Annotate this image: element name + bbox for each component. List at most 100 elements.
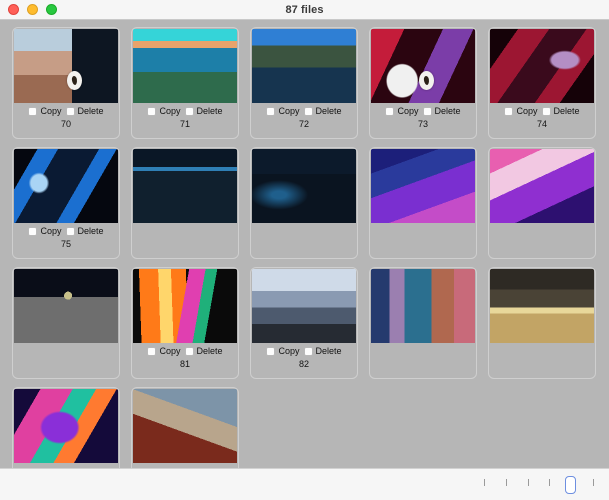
thumbnail-image-wrap[interactable] [371, 269, 475, 343]
thumbnail-image-wrap[interactable] [252, 269, 356, 343]
title-bar: 87 files [0, 0, 609, 20]
delete-checkbox-label: Delete [315, 346, 342, 356]
delete-checkbox[interactable] [422, 107, 432, 116]
delete-checkbox-group[interactable]: Delete [303, 346, 342, 357]
thumbnail-image[interactable] [252, 269, 356, 343]
thumbnail-image-wrap[interactable] [490, 29, 594, 103]
copy-checkbox-group[interactable]: Copy [147, 106, 181, 117]
thumbnail-image-wrap[interactable] [490, 269, 594, 343]
thumbnail-image[interactable] [371, 29, 475, 103]
copy-checkbox-group[interactable]: Copy [504, 106, 538, 117]
thumbnail-image[interactable] [490, 269, 594, 343]
slider-thumb[interactable] [565, 475, 577, 494]
maximize-button[interactable] [46, 4, 57, 15]
thumbnail-size-slider[interactable] [483, 475, 595, 494]
thumbnail-image[interactable] [133, 269, 237, 343]
thumbnail-card[interactable] [131, 147, 239, 259]
delete-checkbox[interactable] [184, 107, 194, 116]
slider-tick [484, 478, 485, 486]
thumbnail-image-wrap[interactable] [133, 149, 237, 223]
copy-checkbox-group[interactable]: Copy [266, 106, 300, 117]
thumbnail-image[interactable] [14, 389, 118, 463]
thumbnail-image[interactable] [490, 149, 594, 223]
thumbnail-image[interactable] [252, 149, 356, 223]
delete-checkbox[interactable] [65, 107, 75, 116]
thumbnail-image-wrap[interactable] [371, 29, 475, 103]
thumbnail-image[interactable] [252, 29, 356, 103]
thumbnail-card[interactable] [12, 387, 120, 468]
copy-checkbox[interactable] [147, 347, 157, 356]
delete-checkbox-group[interactable]: Delete [65, 106, 104, 117]
copy-checkbox[interactable] [147, 107, 157, 116]
thumbnail-image-wrap[interactable] [133, 269, 237, 343]
copy-checkbox[interactable] [28, 227, 38, 236]
thumbnail-image-wrap[interactable] [371, 149, 475, 223]
thumbnail-image[interactable] [14, 29, 118, 103]
thumbnail-card-footer: Copy Delete 73 [370, 103, 476, 138]
bottom-toolbar [0, 468, 609, 500]
thumbnail-card[interactable]: Copy Delete 81 [131, 267, 239, 379]
thumbnail-image-wrap[interactable] [252, 149, 356, 223]
thumbnail-image[interactable] [133, 389, 237, 463]
thumbnail-image[interactable] [14, 269, 118, 343]
thumbnail-card[interactable]: Copy Delete 71 [131, 27, 239, 139]
delete-checkbox-group[interactable]: Delete [184, 106, 223, 117]
thumbnail-card[interactable] [369, 147, 477, 259]
card-index-label: 74 [536, 119, 547, 129]
delete-checkbox-group[interactable]: Delete [184, 346, 223, 357]
thumbnail-image[interactable] [371, 149, 475, 223]
thumbnail-image[interactable] [371, 269, 475, 343]
copy-checkbox[interactable] [504, 107, 514, 116]
delete-checkbox[interactable] [303, 347, 313, 356]
thumbnail-card[interactable] [131, 387, 239, 468]
thumbnail-card[interactable]: Copy Delete 82 [250, 267, 358, 379]
thumbnail-card[interactable]: Copy Delete 74 [488, 27, 596, 139]
copy-checkbox-group[interactable]: Copy [385, 106, 419, 117]
thumbnail-card[interactable] [369, 267, 477, 379]
thumbnail-image-wrap[interactable] [133, 29, 237, 103]
card-checkbox-row: Copy Delete [266, 106, 342, 117]
delete-checkbox[interactable] [184, 347, 194, 356]
thumbnail-image[interactable] [133, 149, 237, 223]
thumbnail-image[interactable] [133, 29, 237, 103]
copy-checkbox[interactable] [385, 107, 395, 116]
delete-checkbox-group[interactable]: Delete [303, 106, 342, 117]
delete-checkbox[interactable] [303, 107, 313, 116]
thumbnail-card[interactable] [488, 267, 596, 379]
thumbnail-image[interactable] [490, 29, 594, 103]
delete-checkbox-group[interactable]: Delete [541, 106, 580, 117]
thumbnail-card[interactable] [250, 147, 358, 259]
delete-checkbox-label: Delete [553, 106, 580, 116]
copy-checkbox[interactable] [28, 107, 38, 116]
thumbnail-card[interactable] [488, 147, 596, 259]
delete-checkbox-group[interactable]: Delete [65, 226, 104, 237]
thumbnail-grid: Copy Delete 70 Copy Delete 71 Copy Delete 72 Copy… [0, 27, 609, 468]
thumbnail-card[interactable]: Copy Delete 72 [250, 27, 358, 139]
copy-checkbox[interactable] [266, 107, 276, 116]
thumbnail-image-wrap[interactable] [252, 29, 356, 103]
delete-checkbox[interactable] [65, 227, 75, 236]
thumbnail-grid-area[interactable]: Copy Delete 70 Copy Delete 71 Copy Delete 72 Copy… [0, 20, 609, 468]
thumbnail-image-wrap[interactable] [14, 389, 118, 463]
copy-checkbox-group[interactable]: Copy [28, 106, 62, 117]
slider-tick [527, 478, 529, 486]
minimize-button[interactable] [27, 4, 38, 15]
thumbnail-card[interactable]: Copy Delete 75 [12, 147, 120, 259]
close-button[interactable] [8, 4, 19, 15]
delete-checkbox[interactable] [541, 107, 551, 116]
thumbnail-image[interactable] [14, 149, 118, 223]
copy-checkbox-group[interactable]: Copy [266, 346, 300, 357]
thumbnail-card[interactable]: Copy Delete 73 [369, 27, 477, 139]
thumbnail-image-wrap[interactable] [490, 149, 594, 223]
thumbnail-image-wrap[interactable] [133, 389, 237, 463]
thumbnail-image-wrap[interactable] [14, 149, 118, 223]
thumbnail-image-wrap[interactable] [14, 269, 118, 343]
copy-checkbox-group[interactable]: Copy [28, 226, 62, 237]
thumbnail-card[interactable] [12, 267, 120, 379]
delete-checkbox-label: Delete [196, 106, 223, 116]
thumbnail-image-wrap[interactable] [14, 29, 118, 103]
delete-checkbox-group[interactable]: Delete [422, 106, 461, 117]
copy-checkbox-group[interactable]: Copy [147, 346, 181, 357]
copy-checkbox[interactable] [266, 347, 276, 356]
thumbnail-card[interactable]: Copy Delete 70 [12, 27, 120, 139]
